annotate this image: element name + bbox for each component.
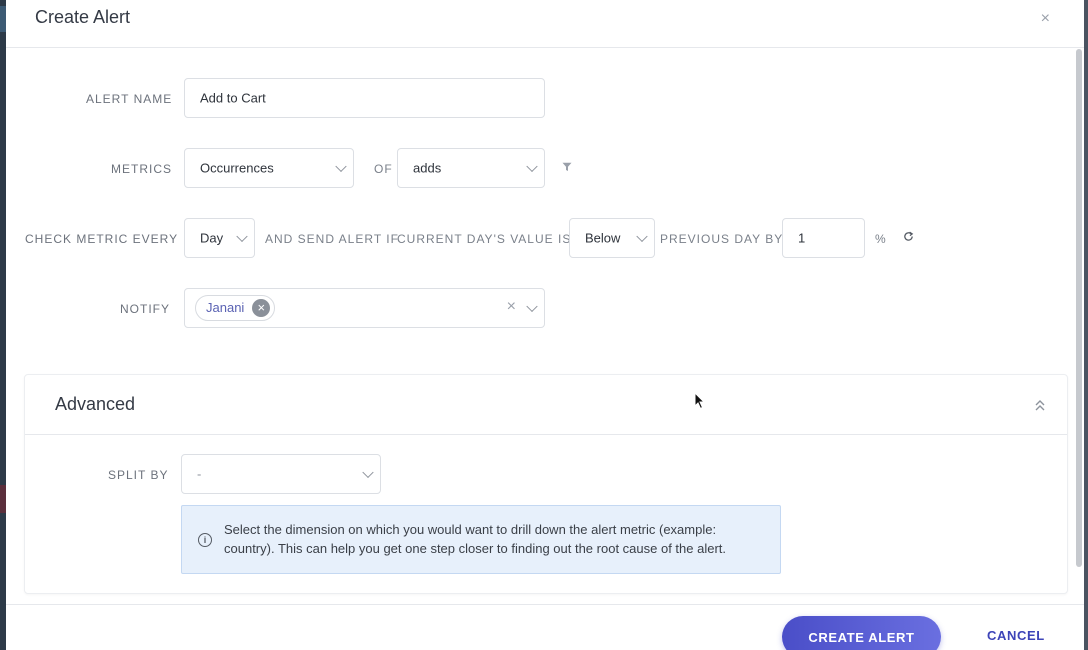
mouse-cursor-icon <box>694 392 706 410</box>
chevron-down-icon <box>362 466 374 479</box>
backdrop-right <box>1084 0 1088 650</box>
create-alert-button[interactable]: CREATE ALERT <box>782 616 941 650</box>
remove-chip-icon[interactable]: × <box>252 299 271 317</box>
period-select-value: Day <box>200 230 224 246</box>
modal-header: Create Alert × <box>6 0 1084 48</box>
check-metric-label: CHECK METRIC EVERY <box>25 232 179 246</box>
direction-select-value: Below <box>585 230 621 246</box>
create-alert-modal: Create Alert × ALERT NAME Add to Cart ME… <box>6 0 1084 650</box>
alert-name-value: Add to Cart <box>200 90 266 106</box>
split-by-info-box: i Select the dimension on which you woul… <box>181 505 781 574</box>
advanced-header[interactable]: Advanced <box>25 375 1067 435</box>
split-by-select[interactable]: - <box>181 454 381 494</box>
split-by-label: SPLIT BY <box>108 468 169 482</box>
modal-title: Create Alert <box>35 7 131 27</box>
metric-select[interactable]: Occurrences <box>184 148 354 188</box>
period-select[interactable]: Day <box>184 218 255 258</box>
threshold-input[interactable]: 1 <box>782 218 865 258</box>
metric-select-value: Occurrences <box>200 160 274 176</box>
scrollbar[interactable] <box>1076 49 1082 567</box>
chevron-down-icon <box>636 230 648 243</box>
refresh-icon[interactable] <box>903 231 914 242</box>
recipient-chip-label: Janani <box>206 300 245 315</box>
alert-name-label: ALERT NAME <box>86 92 173 106</box>
split-by-value: - <box>197 466 202 482</box>
event-select-value: adds <box>413 160 442 176</box>
advanced-section: Advanced SPLIT BY - i Select the dimensi… <box>24 374 1068 594</box>
threshold-value: 1 <box>798 230 806 246</box>
filter-icon[interactable] <box>562 162 572 172</box>
collapse-icon[interactable] <box>1035 399 1045 411</box>
close-icon[interactable]: × <box>1041 10 1050 28</box>
send-alert-label: AND SEND ALERT IF <box>265 232 399 246</box>
metrics-label: METRICS <box>111 162 172 176</box>
modal-footer: CREATE ALERT CANCEL <box>6 604 1084 650</box>
percent-unit: % <box>875 232 886 246</box>
of-label: OF <box>374 162 393 176</box>
event-select[interactable]: adds <box>397 148 545 188</box>
direction-select[interactable]: Below <box>569 218 655 258</box>
chevron-down-icon <box>526 300 538 313</box>
current-value-label: CURRENT DAY'S VALUE IS <box>397 232 572 246</box>
info-text: Select the dimension on which you would … <box>224 522 727 556</box>
cancel-button[interactable]: CANCEL <box>981 627 1051 644</box>
recipient-chip: Janani × <box>195 295 276 321</box>
info-icon: i <box>198 533 212 547</box>
chevron-down-icon <box>236 230 248 243</box>
notify-select[interactable]: Janani × × <box>184 288 545 328</box>
notify-label: NOTIFY <box>120 302 170 316</box>
advanced-title: Advanced <box>55 394 136 414</box>
alert-name-input[interactable]: Add to Cart <box>184 78 545 118</box>
chevron-down-icon <box>526 160 538 173</box>
previous-day-label: PREVIOUS DAY BY <box>660 232 784 246</box>
chevron-down-icon <box>335 160 347 173</box>
clear-icon[interactable]: × <box>507 298 516 316</box>
